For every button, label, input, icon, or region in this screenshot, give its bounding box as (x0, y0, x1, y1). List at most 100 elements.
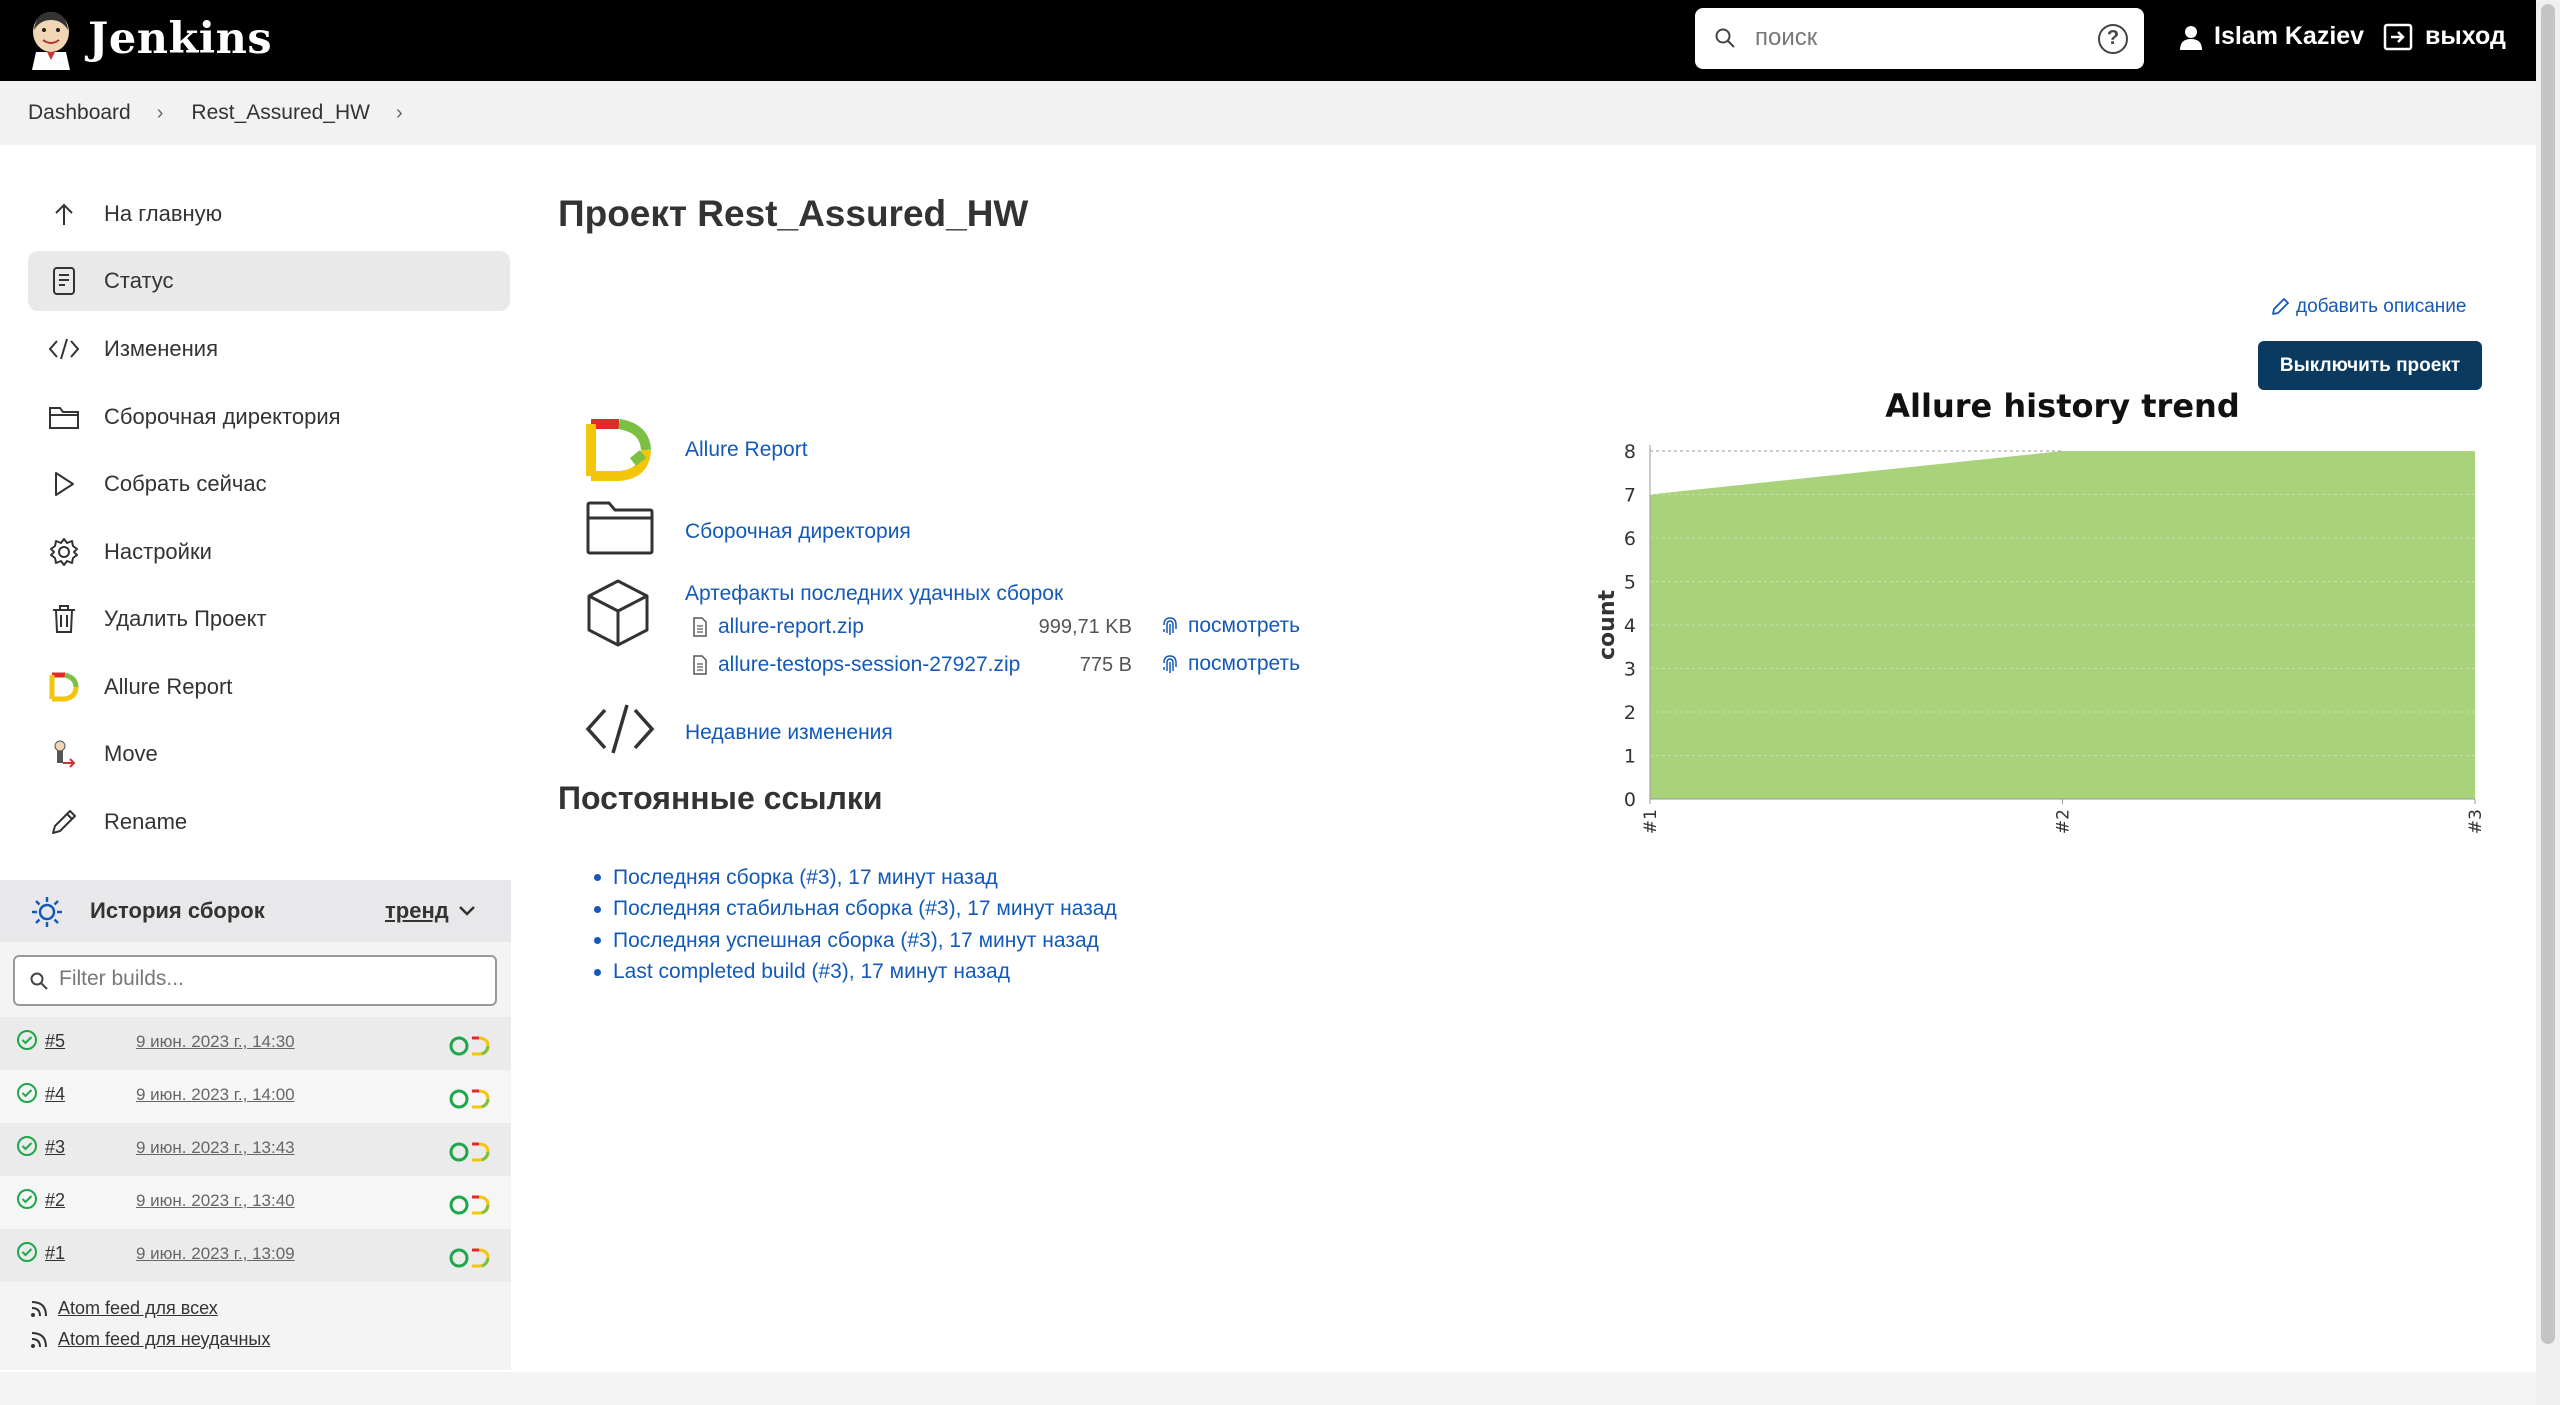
pencil-icon (46, 804, 82, 840)
sidebar-item-move[interactable]: Move (28, 724, 510, 784)
sidebar-item-settings[interactable]: Настройки (28, 522, 510, 582)
allure-report-icon (586, 419, 651, 481)
atom-feed-failed-label: Atom feed для неудачных (58, 1329, 271, 1349)
build-row[interactable]: #2 9 июн. 2023 г., 13:40 (0, 1176, 511, 1229)
testops-icon[interactable] (448, 1035, 470, 1057)
sidebar-item-allure-report[interactable]: Allure Report (28, 657, 510, 717)
build-badges[interactable] (448, 1194, 490, 1216)
build-number-link[interactable]: #3 (45, 1137, 65, 1158)
build-history-header: История сборок тренд (0, 880, 511, 942)
build-row[interactable]: #4 9 июн. 2023 г., 14:00 (0, 1070, 511, 1123)
permalink-link[interactable]: Последняя успешная сборка (#3), 17 минут… (613, 929, 1099, 953)
y-axis-label: count (1595, 590, 1620, 660)
allure-icon (46, 669, 82, 705)
success-check-icon (17, 1083, 37, 1103)
add-description-label: добавить описание (2296, 296, 2467, 317)
user-menu[interactable]: Islam Kaziev (2178, 22, 2364, 51)
build-row[interactable]: #1 9 июн. 2023 г., 13:09 (0, 1229, 511, 1282)
sidebar-item-label: Настройки (104, 539, 212, 564)
allure-history-trend-chart[interactable]: Allure history trend 0 1 2 3 4 5 6 7 8 #1 #2 #3 count (1590, 385, 2490, 845)
build-number-link[interactable]: #4 (45, 1084, 65, 1105)
y-tick-label: 4 (1624, 615, 1636, 637)
breadcrumb-dashboard[interactable]: Dashboard (28, 101, 131, 125)
search-input[interactable] (1755, 20, 2055, 56)
testops-icon[interactable] (448, 1194, 470, 1216)
chevron-right-icon[interactable]: › (396, 102, 403, 125)
disable-project-button[interactable]: Выключить проект (2258, 341, 2482, 390)
filter-builds-box[interactable] (13, 955, 497, 1006)
artifact-view-link[interactable]: посмотреть (1160, 614, 1300, 638)
scrollbar-thumb[interactable] (2541, 4, 2555, 1344)
sidebar-item-changes[interactable]: Изменения (28, 319, 510, 379)
build-badges[interactable] (448, 1247, 490, 1269)
filter-builds-input[interactable] (59, 967, 479, 991)
workspace-link[interactable]: Сборочная директория (685, 520, 911, 544)
y-tick-label: 8 (1624, 441, 1636, 463)
artifact-file-link[interactable]: allure-testops-session-27927.zip (718, 653, 1020, 677)
build-number-link[interactable]: #2 (45, 1190, 65, 1211)
artifact-view-link[interactable]: посмотреть (1160, 652, 1300, 676)
artifact-row[interactable]: allure-report.zip (692, 615, 864, 639)
permalink-link[interactable]: Последняя сборка (#3), 17 минут назад (613, 866, 998, 890)
search-icon (30, 972, 48, 990)
allure-icon[interactable] (470, 1141, 490, 1163)
artifact-file-link[interactable]: allure-report.zip (718, 615, 864, 639)
testops-icon[interactable] (448, 1141, 470, 1163)
build-date-link[interactable]: 9 июн. 2023 г., 14:00 (136, 1085, 295, 1105)
breadcrumb-project[interactable]: Rest_Assured_HW (191, 101, 370, 125)
vertical-scrollbar[interactable] (2536, 0, 2560, 1405)
build-number-link[interactable]: #5 (45, 1031, 65, 1052)
search-box[interactable]: ? (1695, 8, 2144, 69)
allure-icon[interactable] (470, 1247, 490, 1269)
allure-report-link[interactable]: Allure Report (685, 438, 808, 462)
allure-icon[interactable] (470, 1194, 490, 1216)
testops-icon[interactable] (448, 1247, 470, 1269)
help-icon[interactable]: ? (2098, 24, 2128, 54)
trend-link[interactable]: тренд (385, 898, 449, 924)
permalink-link[interactable]: Last completed build (#3), 17 минут наза… (613, 960, 1010, 984)
testops-icon[interactable] (448, 1088, 470, 1110)
jenkins-logo[interactable]: Jenkins (28, 8, 272, 70)
permalink-item[interactable]: Last completed build (#3), 17 минут наза… (594, 957, 1117, 989)
artifact-row[interactable]: allure-testops-session-27927.zip (692, 653, 1020, 677)
pencil-icon (2272, 298, 2289, 315)
build-history-panel: История сборок тренд #5 9 июн. 2023 г., … (0, 880, 511, 1370)
app-title: Jenkins (88, 14, 273, 64)
sidebar-item-delete[interactable]: Удалить Проект (28, 589, 510, 649)
sidebar-item-build-now[interactable]: Собрать сейчас (28, 454, 510, 514)
build-date-link[interactable]: 9 июн. 2023 г., 13:43 (136, 1138, 295, 1158)
allure-icon[interactable] (470, 1035, 490, 1057)
sidebar-item-workspace[interactable]: Сборочная директория (28, 387, 510, 447)
build-badges[interactable] (448, 1088, 490, 1110)
permalink-link[interactable]: Последняя стабильная сборка (#3), 17 мин… (613, 897, 1117, 921)
permalink-item[interactable]: Последняя стабильная сборка (#3), 17 мин… (594, 894, 1117, 926)
sidebar-item-label: На главную (104, 201, 223, 226)
build-row[interactable]: #5 9 июн. 2023 г., 14:30 (0, 1017, 511, 1070)
sidebar-item-status[interactable]: Статус (28, 251, 510, 311)
success-check-icon (17, 1242, 37, 1262)
recent-changes-link[interactable]: Недавние изменения (685, 721, 893, 745)
build-row[interactable]: #3 9 июн. 2023 г., 13:43 (0, 1123, 511, 1176)
build-badges[interactable] (448, 1035, 490, 1057)
sidebar-item-home[interactable]: На главную (28, 184, 510, 244)
build-date-link[interactable]: 9 июн. 2023 г., 13:09 (136, 1244, 295, 1264)
atom-feeds: Atom feed для всех Atom feed для неудачн… (30, 1298, 270, 1360)
build-badges[interactable] (448, 1141, 490, 1163)
add-description-link[interactable]: добавить описание (2270, 296, 2466, 318)
build-date-link[interactable]: 9 июн. 2023 г., 14:30 (136, 1032, 295, 1052)
logout-button[interactable]: выход (2383, 22, 2506, 51)
sidebar-item-rename[interactable]: Rename (28, 792, 510, 852)
artifact-size: 999,71 KB (1038, 616, 1132, 638)
build-date-link[interactable]: 9 июн. 2023 г., 13:40 (136, 1191, 295, 1211)
build-number-link[interactable]: #1 (45, 1243, 65, 1264)
permalink-item[interactable]: Последняя успешная сборка (#3), 17 минут… (594, 925, 1117, 957)
atom-feed-all[interactable]: Atom feed для всех (30, 1298, 270, 1319)
atom-feed-failed[interactable]: Atom feed для неудачных (30, 1329, 270, 1350)
jenkins-butler-icon (32, 12, 70, 70)
document-icon (46, 263, 82, 299)
permalink-item[interactable]: Последняя сборка (#3), 17 минут назад (594, 862, 1117, 894)
artifacts-link[interactable]: Артефакты последних удачных сборок (685, 582, 1063, 606)
chevron-down-icon[interactable] (458, 904, 476, 918)
allure-icon[interactable] (470, 1088, 490, 1110)
permalinks-list: Последняя сборка (#3), 17 минут назад По… (594, 862, 1117, 988)
